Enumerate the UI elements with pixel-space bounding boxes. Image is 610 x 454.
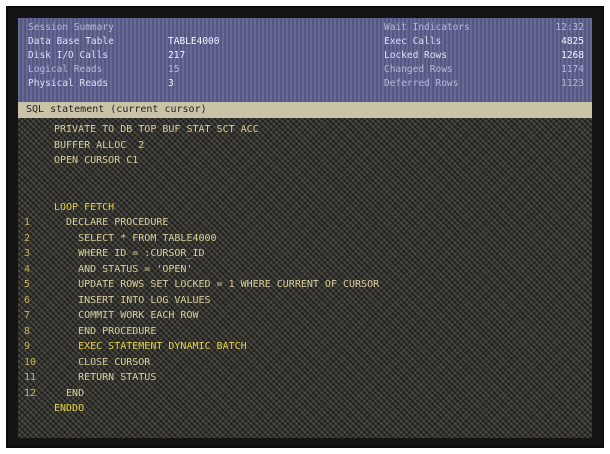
code-line: 5 UPDATE ROWS SET LOCKED = 1 WHERE CURRE… [24, 277, 584, 293]
status-row: Deferred Rows 1123 [384, 77, 584, 91]
status-value: 4825 [561, 36, 584, 47]
line-number: 9 [24, 341, 31, 352]
line-number: 4 [24, 263, 31, 275]
code-text: ENDDO [54, 403, 85, 414]
code-line: 9 EXEC STATEMENT DYNAMIC BATCH [24, 339, 584, 355]
line-number: 3 [24, 248, 31, 259]
status-value: TABLE4000 [168, 36, 220, 47]
code-text: CLOSE CURSOR [54, 356, 151, 368]
code-line [24, 169, 584, 185]
line-number: 11 [24, 372, 37, 383]
line-number: 5 [24, 279, 31, 290]
highlight-bar: SQL statement (current cursor) [18, 102, 592, 118]
code-text: DECLARE PROCEDURE [54, 217, 169, 228]
code-line: 4 AND STATUS = 'OPEN' [24, 262, 584, 278]
code-line: 12 END [24, 386, 584, 402]
status-row: Data Base Table TABLE4000 [28, 35, 358, 49]
code-line: BUFFER ALLOC 2 [24, 138, 584, 154]
code-line: LOOP FETCH [24, 200, 584, 216]
status-right-column: Wait Indicators 12:32 Exec Calls 4825 Lo… [384, 21, 584, 91]
code-line: PRIVATE TO DB TOP BUF STAT SCT ACC [24, 122, 584, 138]
status-value: 1174 [561, 64, 584, 75]
code-text: UPDATE ROWS SET LOCKED = 1 WHERE CURRENT… [54, 279, 380, 290]
code-line: OPEN CURSOR C1 [24, 153, 584, 169]
code-line: 7 COMMIT WORK EACH ROW [24, 308, 584, 324]
code-text: EXEC STATEMENT DYNAMIC BATCH [54, 341, 247, 352]
status-value: 1268 [561, 50, 584, 61]
status-key: Physical Reads [28, 78, 109, 89]
status-row: Disk I/O Calls 217 [28, 49, 358, 63]
status-value: 3 [168, 78, 174, 89]
line-number: 7 [24, 310, 31, 321]
status-left-column: Session Summary Data Base Table TABLE400… [28, 21, 358, 91]
code-text: OPEN CURSOR C1 [54, 155, 139, 166]
code-text: INSERT INTO LOG VALUES [54, 294, 211, 306]
highlight-bar-text: SQL statement (current cursor) [26, 104, 207, 115]
code-text: LOOP FETCH [54, 201, 115, 213]
status-key: Locked Rows [384, 50, 447, 61]
code-line: 1 DECLARE PROCEDURE [24, 215, 584, 231]
status-key: Disk I/O Calls [28, 50, 109, 61]
status-row: Locked Rows 1268 [384, 49, 584, 63]
code-text: BUFFER ALLOC 2 [54, 139, 145, 151]
code-line [24, 184, 584, 200]
line-number [24, 169, 54, 185]
line-number: 10 [24, 356, 37, 368]
code-line: 8 END PROCEDURE [24, 324, 584, 340]
code-line: 3 WHERE ID = :CURSOR_ID [24, 246, 584, 262]
code-text: SELECT * FROM TABLE4000 [54, 232, 217, 244]
code-listing[interactable]: PRIVATE TO DB TOP BUF STAT SCT ACC BUFFE… [24, 122, 584, 417]
status-row: Session Summary [28, 21, 358, 35]
code-line: ENDDO [24, 401, 584, 417]
line-number [24, 401, 54, 417]
status-key: Logical Reads [28, 64, 103, 75]
status-key: Session Summary [28, 22, 114, 33]
status-row: Physical Reads 3 [28, 77, 358, 91]
line-number [24, 138, 54, 154]
line-number [24, 184, 54, 200]
code-line: 10 CLOSE CURSOR [24, 355, 584, 371]
terminal-frame: Session Summary Data Base Table TABLE400… [6, 6, 604, 448]
code-text: RETURN STATUS [54, 372, 157, 383]
status-key: Data Base Table [28, 36, 114, 47]
code-line: 11 RETURN STATUS [24, 370, 584, 386]
status-key: Wait Indicators [384, 22, 470, 33]
status-row: Logical Reads 15 [28, 63, 358, 77]
code-text: COMMIT WORK EACH ROW [54, 310, 199, 321]
status-key: Deferred Rows [384, 78, 459, 89]
line-number: 6 [24, 294, 31, 306]
line-number: 2 [24, 232, 31, 244]
code-text: END PROCEDURE [54, 325, 157, 337]
code-text: WHERE ID = :CURSOR_ID [54, 248, 205, 259]
status-key: Changed Rows [384, 64, 453, 75]
code-line: 2 SELECT * FROM TABLE4000 [24, 231, 584, 247]
line-number [24, 200, 54, 216]
line-number: 12 [24, 387, 37, 399]
status-key: Exec Calls [384, 36, 442, 47]
status-panel: Session Summary Data Base Table TABLE400… [18, 18, 592, 102]
status-row: Exec Calls 4825 [384, 35, 584, 49]
line-number: 1 [24, 217, 31, 228]
terminal-screen[interactable]: Session Summary Data Base Table TABLE400… [18, 18, 592, 438]
status-value: 1123 [561, 78, 584, 89]
code-text: END [54, 387, 85, 399]
status-value: 12:32 [555, 22, 584, 33]
line-number [24, 153, 54, 169]
code-text: PRIVATE TO DB TOP BUF STAT SCT ACC [54, 124, 259, 135]
status-row: Changed Rows 1174 [384, 63, 584, 77]
line-number: 8 [24, 325, 31, 337]
code-text: AND STATUS = 'OPEN' [54, 263, 193, 275]
status-value: 15 [168, 64, 180, 75]
line-number [24, 122, 54, 138]
status-value: 217 [168, 50, 186, 61]
status-row: Wait Indicators 12:32 [384, 21, 584, 35]
code-line: 6 INSERT INTO LOG VALUES [24, 293, 584, 309]
